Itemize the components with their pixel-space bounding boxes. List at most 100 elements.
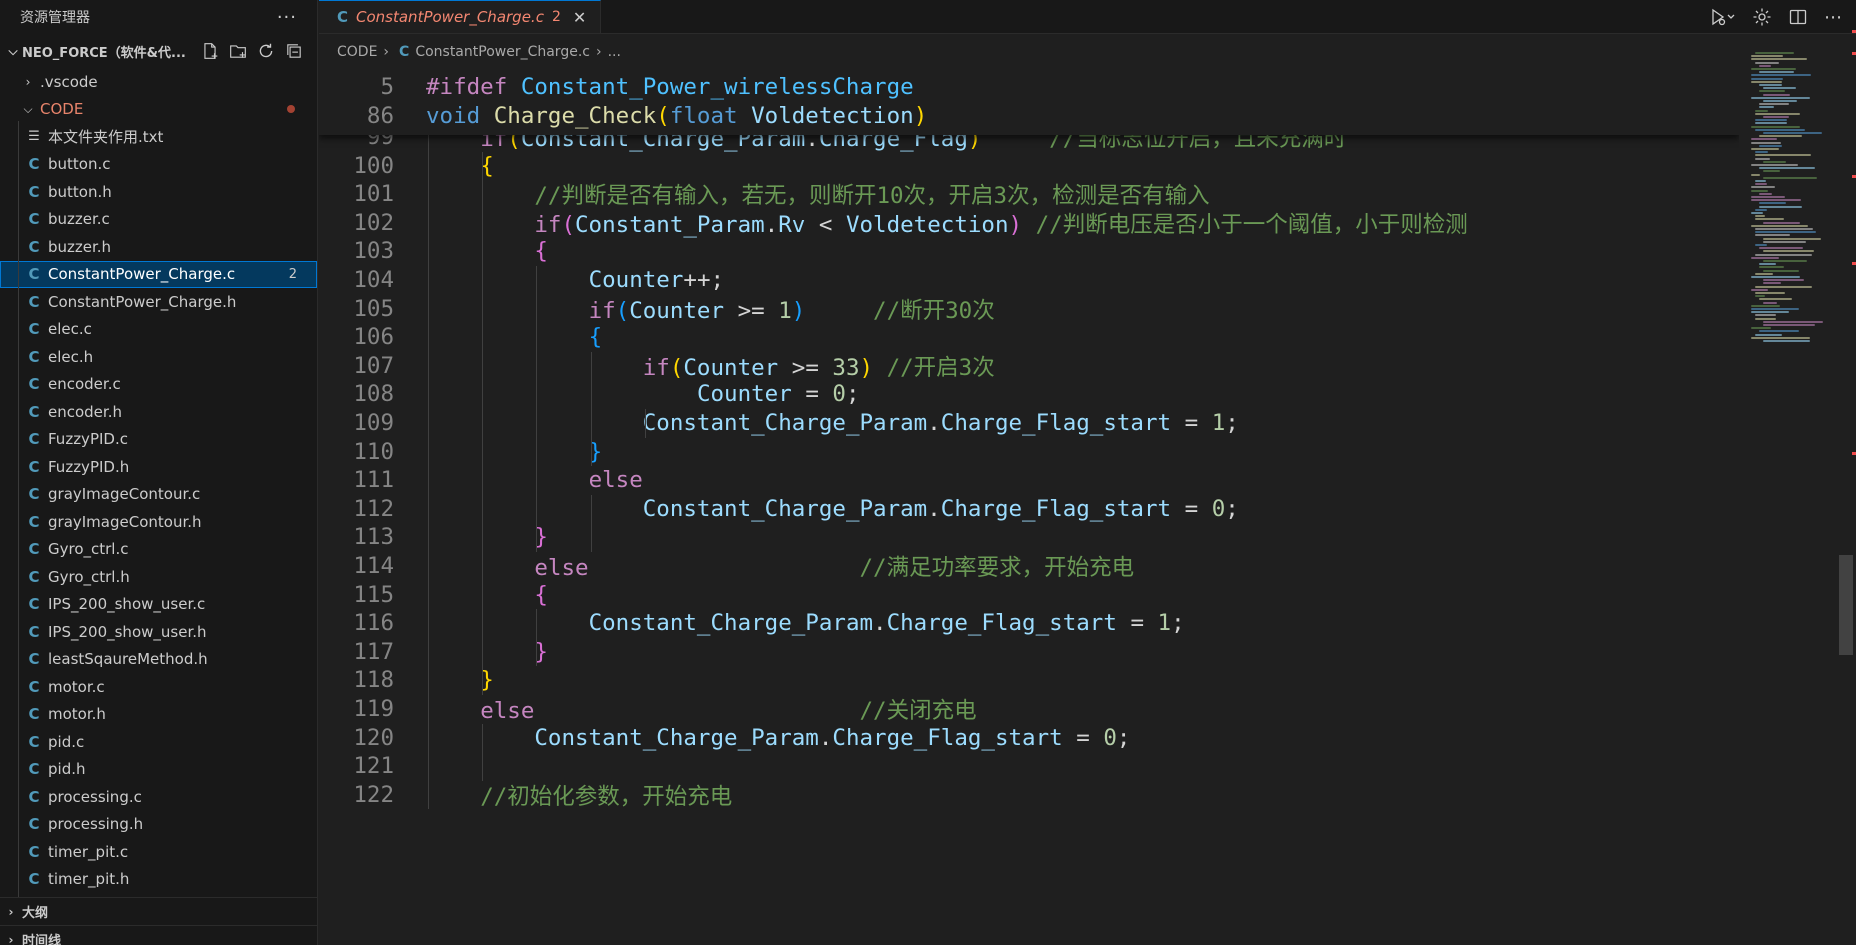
c-file-icon: C bbox=[28, 567, 40, 586]
file-item[interactable]: Cbuzzer.c bbox=[0, 206, 317, 234]
c-file-icon: C bbox=[28, 402, 40, 421]
new-folder-icon[interactable] bbox=[227, 40, 249, 62]
timeline-section-header[interactable]: › 时间线 bbox=[0, 925, 317, 945]
workspace-section-header[interactable]: ⌵ NEO_FORCE（软件&代... bbox=[0, 34, 317, 68]
vertical-scrollbar[interactable] bbox=[1837, 70, 1853, 945]
chevron-right-icon: › bbox=[25, 74, 31, 89]
file-item[interactable]: Cencoder.h bbox=[0, 398, 317, 426]
code-text: Counter++; bbox=[588, 267, 725, 293]
line-number: 117 bbox=[353, 638, 394, 665]
refresh-icon[interactable] bbox=[255, 40, 277, 62]
file-item[interactable]: C Gyro_ctrl.h bbox=[0, 563, 317, 591]
code-line[interactable]: 122 //初始化参数，开始充电 bbox=[319, 778, 732, 812]
tree-item-label: IPS_200_show_user.h bbox=[48, 622, 207, 641]
file-item[interactable]: CgrayImageContour.h bbox=[0, 508, 317, 536]
error-marker bbox=[1852, 452, 1856, 455]
minimap-line bbox=[1763, 282, 1781, 285]
timeline-label: 时间线 bbox=[22, 934, 62, 945]
folder-item[interactable]: ⌵ CODE bbox=[0, 96, 317, 124]
file-item[interactable]: Cprocessing.h bbox=[0, 811, 317, 839]
file-item[interactable]: C IPS_200_show_user.h bbox=[0, 618, 317, 646]
minimap-line bbox=[1755, 292, 1786, 294]
file-item[interactable]: Ctimer_pit.h bbox=[0, 866, 317, 894]
breadcrumb-file[interactable]: ConstantPower_Charge.c bbox=[415, 44, 590, 60]
minimap-line bbox=[1751, 336, 1810, 339]
file-item[interactable]: C ConstantPower_Charge.c 2 bbox=[0, 260, 317, 288]
minimap-line bbox=[1763, 250, 1815, 253]
code-text: } bbox=[534, 638, 548, 665]
tree-item-label: leastSqaureMethod.h bbox=[48, 650, 208, 669]
file-item[interactable]: C FuzzyPID.h bbox=[0, 453, 317, 481]
chevron-right-icon: › bbox=[595, 44, 602, 60]
sticky-line[interactable]: 86 void Charge_Check(float Voldetection) bbox=[319, 99, 927, 133]
c-file-icon: C bbox=[28, 182, 40, 201]
more-icon[interactable]: ⋯ bbox=[1824, 6, 1842, 28]
file-item[interactable]: C Gyro_ctrl.c bbox=[0, 536, 317, 564]
chevron-right-icon: › bbox=[8, 904, 14, 919]
error-marker bbox=[1852, 262, 1856, 265]
line-number: 104 bbox=[353, 267, 394, 293]
code-text: Constant_Charge_Param.Charge_Flag_start … bbox=[534, 724, 1131, 751]
file-item[interactable]: Cmotor.h bbox=[0, 701, 317, 729]
file-item[interactable]: Celec.c bbox=[0, 316, 317, 344]
file-item[interactable]: Cencoder.c bbox=[0, 371, 317, 399]
file-item[interactable]: Cpid.h bbox=[0, 756, 317, 784]
line-number: 120 bbox=[353, 724, 394, 751]
tab-bar: C ConstantPower_Charge.c 2 ✕ ⋯ bbox=[319, 0, 1856, 34]
file-item[interactable]: C IPS_200_show_user.c bbox=[0, 591, 317, 619]
minimap-line bbox=[1755, 253, 1812, 256]
file-item[interactable]: Cpid.c bbox=[0, 728, 317, 756]
file-item[interactable]: ☰ 本文件夹作用.txt bbox=[0, 123, 317, 151]
file-item[interactable]: Cbutton.h bbox=[0, 178, 317, 206]
minimap-line bbox=[1763, 160, 1786, 163]
line-number: 116 bbox=[353, 610, 394, 637]
tree-item-label: pid.h bbox=[48, 760, 86, 779]
minimap-line bbox=[1763, 170, 1781, 173]
minimap-line bbox=[1755, 119, 1788, 122]
split-editor-icon[interactable] bbox=[1788, 6, 1808, 28]
code-editor[interactable]: 5 #ifdef Constant_Power_wirelessCharge 86 v… bbox=[319, 70, 1739, 945]
code-text: else //满足功率要求，开始充电 bbox=[534, 555, 1135, 581]
folder-item[interactable]: › .vscode bbox=[0, 68, 317, 96]
minimap-line bbox=[1763, 132, 1822, 134]
minimap-line bbox=[1755, 183, 1767, 186]
minimap-line bbox=[1759, 103, 1790, 106]
outline-section-header[interactable]: › 大纲 bbox=[0, 897, 317, 925]
file-item[interactable]: Cmotor.c bbox=[0, 673, 317, 701]
minimap-line bbox=[1759, 202, 1786, 205]
file-item[interactable]: Cprocessing.c bbox=[0, 783, 317, 811]
file-item[interactable]: CleastSqaureMethod.h bbox=[0, 646, 317, 674]
file-item[interactable]: Celec.h bbox=[0, 343, 317, 371]
file-item[interactable]: Cbutton.c bbox=[0, 151, 317, 179]
minimap-line bbox=[1755, 61, 1779, 64]
collapse-all-icon[interactable] bbox=[283, 40, 305, 62]
new-file-icon[interactable] bbox=[199, 40, 221, 62]
scrollbar-thumb[interactable] bbox=[1839, 555, 1853, 655]
minimap-line bbox=[1751, 173, 1761, 176]
minimap-line bbox=[1759, 90, 1786, 93]
minimap-line bbox=[1751, 199, 1801, 202]
explorer-more-icon[interactable]: ··· bbox=[277, 7, 297, 28]
file-item[interactable]: C FuzzyPID.c bbox=[0, 426, 317, 454]
minimap-line bbox=[1759, 135, 1803, 138]
file-item[interactable]: C ConstantPower_Charge.h bbox=[0, 288, 317, 316]
minimap-line bbox=[1759, 247, 1803, 250]
sticky-scroll[interactable]: 5 #ifdef Constant_Power_wirelessCharge 86 v… bbox=[319, 70, 1739, 135]
gear-icon[interactable] bbox=[1752, 6, 1772, 28]
tree-item-label: Gyro_ctrl.h bbox=[48, 567, 130, 586]
run-debug-icon[interactable] bbox=[1708, 6, 1736, 28]
chevron-right-icon: › bbox=[383, 44, 390, 60]
file-item[interactable]: Cbuzzer.h bbox=[0, 233, 317, 261]
minimap-line bbox=[1755, 208, 1768, 211]
minimap[interactable] bbox=[1739, 52, 1835, 945]
c-file-icon: C bbox=[28, 732, 40, 751]
minimap-line bbox=[1755, 122, 1788, 125]
file-item[interactable]: Ctimer_pit.c bbox=[0, 838, 317, 866]
code-text: //判断是否有输入，若无，则断开10次，开启3次，检测是否有输入 bbox=[534, 183, 1210, 210]
tab-constantpower-charge[interactable]: C ConstantPower_Charge.c 2 ✕ bbox=[319, 0, 602, 33]
breadcrumb-symbol[interactable]: ... bbox=[608, 44, 621, 60]
breadcrumb-root[interactable]: CODE bbox=[337, 44, 377, 60]
minimap-line bbox=[1755, 295, 1765, 298]
close-icon[interactable]: ✕ bbox=[569, 8, 590, 27]
file-item[interactable]: CgrayImageContour.c bbox=[0, 481, 317, 509]
